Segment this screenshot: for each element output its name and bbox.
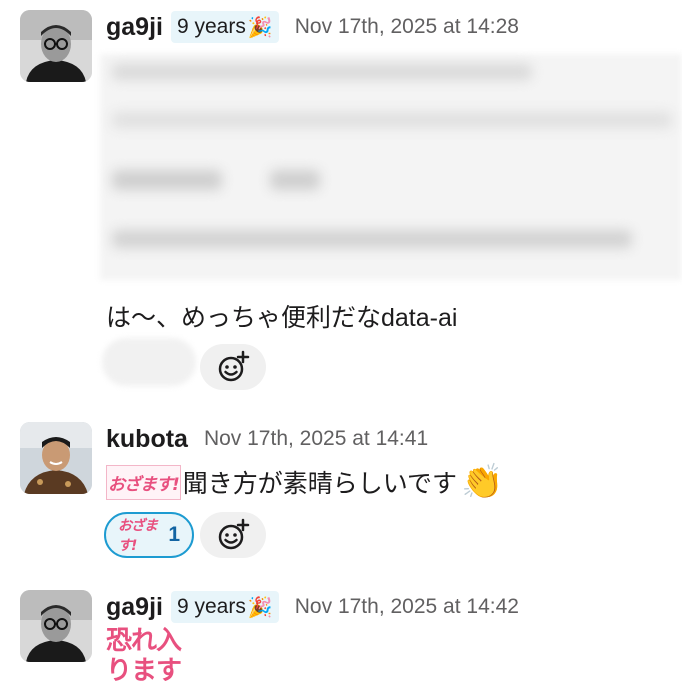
anniversary-badge[interactable]: 9 years 🎉 bbox=[170, 591, 279, 623]
osoreirimasu-stamp: 恐れ入 ります bbox=[106, 626, 182, 686]
anniversary-badge[interactable]: 9 years 🎉 bbox=[170, 11, 279, 43]
message-text: は〜、めっちゃ便利だなdata-ai bbox=[106, 304, 458, 332]
add-reaction-button[interactable] bbox=[200, 512, 266, 558]
stamp-line: ります bbox=[106, 656, 182, 686]
blurred-line bbox=[112, 112, 672, 128]
add-reaction-button[interactable] bbox=[200, 344, 266, 390]
ozamasu-stamp: おざます! bbox=[106, 464, 181, 500]
username[interactable]: ga9ji bbox=[106, 593, 163, 622]
blurred-reaction[interactable] bbox=[102, 338, 196, 386]
blurred-line bbox=[112, 230, 632, 248]
avatar-ga9ji[interactable] bbox=[20, 10, 92, 82]
add-emoji-icon bbox=[218, 518, 250, 550]
message-header: ga9ji 9 years 🎉 Nov 17th, 2025 at 14:28 bbox=[106, 10, 519, 44]
party-popper-icon: 🎉 bbox=[247, 16, 273, 39]
avatar-image bbox=[20, 590, 92, 662]
reaction-ozamasu[interactable]: おざます! 1 bbox=[104, 512, 194, 558]
ozamasu-stamp: おざます! bbox=[118, 518, 158, 554]
timestamp[interactable]: Nov 17th, 2025 at 14:28 bbox=[295, 15, 519, 39]
badge-label: 9 years bbox=[176, 595, 246, 618]
avatar-ga9ji[interactable] bbox=[20, 590, 92, 662]
blurred-line bbox=[270, 170, 320, 190]
blurred-line bbox=[112, 64, 532, 80]
reaction-count: 1 bbox=[168, 523, 180, 546]
message-text: 聞き方が素晴らしいです bbox=[182, 470, 458, 498]
badge-label: 9 years bbox=[176, 15, 246, 38]
message-body: おざます! 聞き方が素晴らしいです 👏 bbox=[106, 460, 503, 504]
blurred-line bbox=[112, 170, 222, 190]
timestamp[interactable]: Nov 17th, 2025 at 14:42 bbox=[295, 595, 519, 619]
avatar-image bbox=[20, 422, 92, 494]
avatar-kubota[interactable] bbox=[20, 422, 92, 494]
username[interactable]: kubota bbox=[106, 425, 188, 454]
add-emoji-icon bbox=[218, 350, 250, 382]
message-header: ga9ji 9 years 🎉 Nov 17th, 2025 at 14:42 bbox=[106, 590, 519, 624]
timestamp[interactable]: Nov 17th, 2025 at 14:41 bbox=[204, 427, 428, 451]
username[interactable]: ga9ji bbox=[106, 13, 163, 42]
party-popper-icon: 🎉 bbox=[247, 596, 273, 619]
avatar-image bbox=[20, 10, 92, 82]
stamp-line: 恐れ入 bbox=[106, 626, 182, 656]
message-header: kubota Nov 17th, 2025 at 14:41 bbox=[106, 424, 428, 454]
clapping-hands-icon: 👏 bbox=[461, 463, 504, 501]
